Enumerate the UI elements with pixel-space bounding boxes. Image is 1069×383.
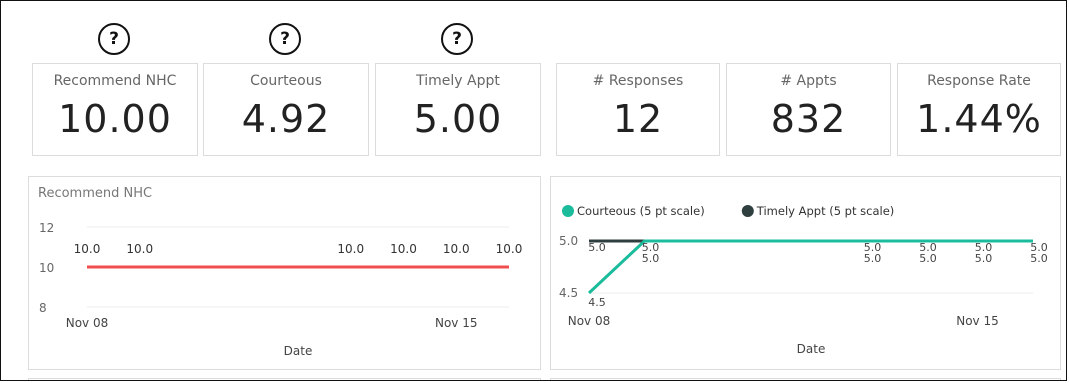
- kpi-label: Recommend NHC: [53, 73, 177, 89]
- data-label: 5.0: [1030, 241, 1048, 254]
- chart-card-courteous-timely[interactable]: Courteous (5 pt scale) Timely Appt (5 pt …: [550, 176, 1061, 370]
- data-label: 10.0: [337, 242, 364, 256]
- y-tick-label: 10: [39, 261, 54, 275]
- kpi-card-appts[interactable]: # Appts 832: [726, 63, 891, 156]
- legend-marker: [741, 205, 754, 217]
- data-label: 10.0: [74, 242, 101, 256]
- x-tick-label: Nov 15: [435, 316, 478, 330]
- kpi-card-timely-appt[interactable]: Timely Appt 5.00: [375, 63, 541, 156]
- kpi-card-recommend-nhc[interactable]: Recommend NHC 10.00: [32, 63, 198, 156]
- legend-label: Courteous (5 pt scale): [577, 204, 705, 218]
- kpi-value: 4.92: [241, 97, 331, 141]
- kpi-label: Response Rate: [927, 73, 1031, 89]
- data-label: 5.0: [864, 241, 882, 254]
- kpi-label: Courteous: [250, 73, 322, 89]
- x-tick-label: Nov 08: [66, 316, 109, 330]
- chart-card-recommend-nhc[interactable]: Recommend NHC 8 10 12 10.0 10.0 10.0 10.0 10.0 1…: [28, 176, 541, 370]
- data-label: 10.0: [390, 242, 417, 256]
- kpi-card-response-rate[interactable]: Response Rate 1.44%: [897, 63, 1061, 156]
- kpi-card-responses[interactable]: # Responses 12: [556, 63, 720, 156]
- data-label: 4.5: [588, 296, 606, 309]
- data-label: 5.0: [588, 241, 606, 254]
- help-icon[interactable]: ?: [269, 23, 301, 55]
- data-label: 5.0: [919, 241, 937, 254]
- kpi-value: 1.44%: [916, 97, 1042, 141]
- legend-marker: [562, 205, 574, 217]
- chart-recommend-nhc: 8 10 12 10.0 10.0 10.0 10.0 10.0 10.0 Nov 08 Nov 1…: [39, 221, 523, 358]
- data-label: 10.0: [443, 242, 470, 256]
- kpi-value: 12: [612, 97, 664, 141]
- help-icon[interactable]: ?: [441, 23, 473, 55]
- y-tick-label: 4.5: [559, 286, 578, 300]
- chart-courteous-timely: Courteous (5 pt scale) Timely Appt (5 pt …: [559, 204, 1048, 356]
- kpi-label: # Responses: [592, 73, 684, 89]
- x-tick-label: Nov 08: [568, 314, 611, 328]
- y-tick-label: 5.0: [559, 234, 578, 248]
- data-label: 5.0: [975, 241, 993, 254]
- next-card-right: [550, 378, 1061, 380]
- kpi-label: Timely Appt: [416, 73, 500, 89]
- kpi-value: 5.00: [413, 97, 503, 141]
- kpi-label: # Appts: [780, 73, 837, 89]
- data-label: 10.0: [496, 242, 523, 256]
- legend-label: Timely Appt (5 pt scale): [756, 204, 894, 218]
- help-icon[interactable]: ?: [98, 23, 130, 55]
- kpi-card-courteous[interactable]: Courteous 4.92: [203, 63, 369, 156]
- y-tick-label: 12: [39, 221, 54, 235]
- next-card-left: [28, 378, 541, 380]
- kpi-value: 832: [770, 97, 847, 141]
- data-label: 5.0: [642, 241, 660, 254]
- dashboard-frame: ? ? ? Recommend NHC 10.00 Courteous 4.92…: [0, 0, 1067, 381]
- x-tick-label: Nov 15: [956, 314, 999, 328]
- data-label: 10.0: [126, 242, 153, 256]
- kpi-value: 10.00: [58, 97, 172, 141]
- y-tick-label: 8: [39, 301, 47, 315]
- x-axis-label: Date: [797, 342, 826, 356]
- x-axis-label: Date: [284, 344, 313, 358]
